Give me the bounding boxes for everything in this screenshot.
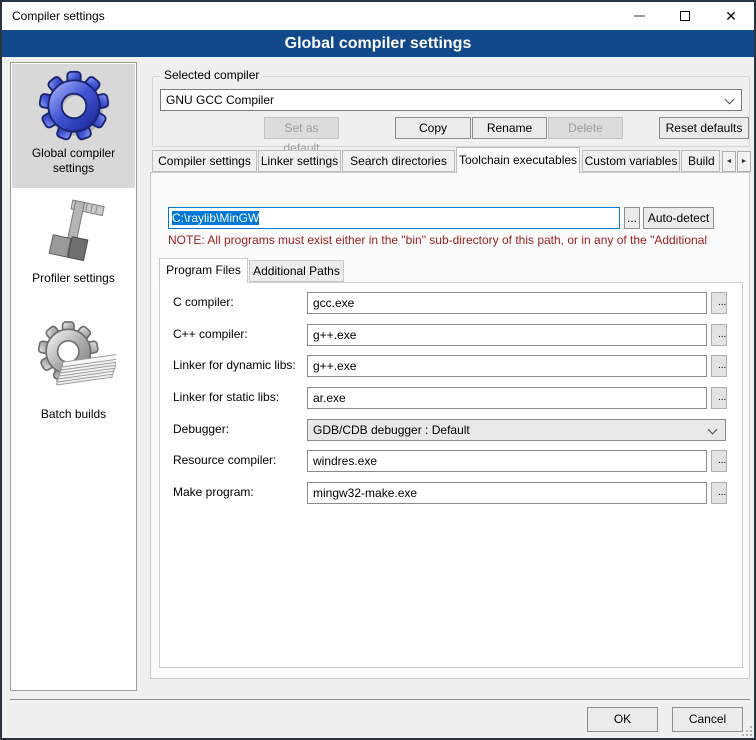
c-compiler-row: C compiler: gcc.exe ... bbox=[160, 292, 744, 314]
delete-button[interactable]: Delete bbox=[548, 117, 623, 139]
cancel-button[interactable]: Cancel bbox=[672, 707, 743, 732]
tab-additional-paths[interactable]: Additional Paths bbox=[249, 260, 344, 282]
resource-compiler-row: Resource compiler: windres.exe ... bbox=[160, 450, 744, 472]
dynamic-linker-browse-button[interactable]: ... bbox=[711, 355, 727, 377]
auto-detect-button[interactable]: Auto-detect bbox=[643, 207, 714, 229]
static-linker-row: Linker for static libs: ar.exe ... bbox=[160, 387, 744, 409]
sidebar-item-label: Profiler settings bbox=[12, 269, 135, 288]
debugger-row: Debugger: GDB/CDB debugger : Default bbox=[160, 419, 744, 441]
installation-directory-value: C:\raylib\MinGW bbox=[172, 211, 259, 225]
cpp-compiler-row: C++ compiler: g++.exe ... bbox=[160, 324, 744, 346]
compiler-settings-dialog: Compiler settings ✕ Global compiler sett… bbox=[0, 0, 756, 740]
caliper-icon bbox=[36, 197, 112, 269]
ok-button[interactable]: OK bbox=[587, 707, 658, 732]
dynamic-linker-row: Linker for dynamic libs: g++.exe ... bbox=[160, 355, 744, 377]
static-linker-label: Linker for static libs: bbox=[173, 390, 279, 404]
copy-button[interactable]: Copy bbox=[395, 117, 471, 139]
tab-toolchain-executables[interactable]: Toolchain executables bbox=[456, 147, 580, 173]
page-title: Global compiler settings bbox=[2, 30, 754, 57]
sidebar-item-global-compiler-settings[interactable]: Global compiler settings bbox=[12, 64, 135, 188]
browse-directory-button[interactable]: ... bbox=[624, 207, 640, 229]
resize-grip[interactable] bbox=[742, 726, 752, 736]
sidebar-item-label: Batch builds bbox=[12, 405, 135, 424]
blue-gear-icon bbox=[36, 68, 112, 144]
static-linker-browse-button[interactable]: ... bbox=[711, 387, 727, 409]
selected-compiler-dropdown[interactable]: GNU GCC Compiler bbox=[160, 89, 742, 111]
resource-compiler-label: Resource compiler: bbox=[173, 453, 276, 467]
maximize-button[interactable] bbox=[662, 2, 708, 30]
debugger-label: Debugger: bbox=[173, 422, 229, 436]
tab-scroll-left-button[interactable]: ◄ bbox=[722, 151, 736, 172]
tab-search-directories[interactable]: Search directories bbox=[342, 150, 455, 172]
debugger-value: GDB/CDB debugger : Default bbox=[313, 423, 470, 437]
tab-scroll-right-button[interactable]: ► bbox=[737, 151, 751, 172]
tab-custom-variables[interactable]: Custom variables bbox=[582, 150, 680, 172]
make-program-browse-button[interactable]: ... bbox=[711, 482, 727, 504]
selected-compiler-value: GNU GCC Compiler bbox=[166, 93, 274, 107]
program-files-panel: C compiler: gcc.exe ... C++ compiler: g+… bbox=[159, 282, 743, 668]
dynamic-linker-input[interactable]: g++.exe bbox=[307, 355, 707, 377]
title-bar: Compiler settings ✕ bbox=[2, 2, 754, 30]
tab-build-clipped[interactable]: Build bbox=[681, 150, 720, 172]
reset-defaults-button[interactable]: Reset defaults bbox=[659, 117, 749, 139]
bin-subdirectory-note: NOTE: All programs must exist either in … bbox=[168, 233, 742, 247]
c-compiler-browse-button[interactable]: ... bbox=[711, 292, 727, 314]
cpp-compiler-input[interactable]: g++.exe bbox=[307, 324, 707, 346]
dynamic-linker-label: Linker for dynamic libs: bbox=[173, 358, 296, 372]
set-as-default-button[interactable]: Set as default bbox=[264, 117, 339, 139]
sidebar-item-profiler-settings[interactable]: Profiler settings bbox=[12, 193, 135, 311]
footer-divider bbox=[10, 699, 750, 700]
tab-linker-settings[interactable]: Linker settings bbox=[258, 150, 341, 172]
tab-compiler-settings[interactable]: Compiler settings bbox=[152, 150, 257, 172]
minimize-button[interactable] bbox=[616, 2, 662, 30]
make-program-row: Make program: mingw32-make.exe ... bbox=[160, 482, 744, 504]
close-icon: ✕ bbox=[725, 9, 737, 23]
minimize-icon bbox=[634, 15, 645, 17]
sidebar-item-batch-builds[interactable]: Batch builds bbox=[12, 315, 135, 465]
c-compiler-input[interactable]: gcc.exe bbox=[307, 292, 707, 314]
resource-compiler-input[interactable]: windres.exe bbox=[307, 450, 707, 472]
window-title: Compiler settings bbox=[12, 9, 105, 23]
make-program-input[interactable]: mingw32-make.exe bbox=[307, 482, 707, 504]
close-button[interactable]: ✕ bbox=[708, 2, 754, 30]
tab-program-files[interactable]: Program Files bbox=[159, 258, 248, 283]
resource-compiler-browse-button[interactable]: ... bbox=[711, 450, 727, 472]
rename-button[interactable]: Rename bbox=[472, 117, 547, 139]
settings-category-list: Global compiler settings Profiler settin… bbox=[10, 62, 137, 691]
sidebar-item-label: Global compiler settings bbox=[12, 144, 135, 178]
c-compiler-label: C compiler: bbox=[173, 295, 234, 309]
cpp-compiler-label: C++ compiler: bbox=[173, 327, 248, 341]
selected-compiler-group-label: Selected compiler bbox=[160, 68, 263, 82]
debugger-dropdown[interactable]: GDB/CDB debugger : Default bbox=[307, 419, 726, 441]
make-program-label: Make program: bbox=[173, 485, 254, 499]
gray-gear-stack-icon bbox=[32, 319, 116, 405]
chevron-down-icon bbox=[725, 95, 735, 105]
static-linker-input[interactable]: ar.exe bbox=[307, 387, 707, 409]
installation-directory-input[interactable]: C:\raylib\MinGW bbox=[168, 207, 620, 229]
chevron-down-icon bbox=[708, 425, 718, 435]
maximize-icon bbox=[680, 11, 690, 21]
cpp-compiler-browse-button[interactable]: ... bbox=[711, 324, 727, 346]
